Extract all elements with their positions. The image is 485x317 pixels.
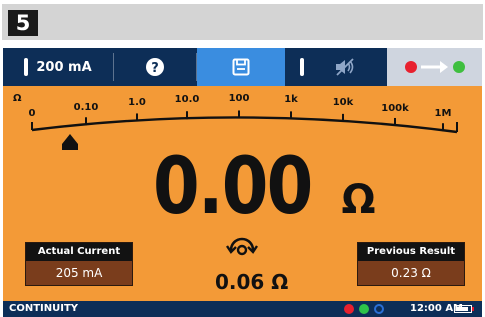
- actual-current-title: Actual Current: [26, 243, 132, 261]
- lead-offset-icon: [226, 237, 258, 256]
- lead-null-arrow-icon: [404, 61, 465, 73]
- actual-current-panel: Actual Current 205 mA: [25, 242, 133, 286]
- previous-result-title: Previous Result: [358, 243, 464, 261]
- reading-value: 0.00: [153, 142, 313, 232]
- scale-tick-label: 0.10: [74, 102, 99, 113]
- scale-tick-label: 1M: [435, 108, 452, 119]
- question-circle-icon: ?: [146, 58, 164, 76]
- help-button[interactable]: ?: [114, 48, 196, 86]
- scale-tick-label: 10k: [333, 97, 354, 108]
- meter-display: 200 mA ? Ω 0 0.10 1.0 10.0 100 1k 10k 10…: [3, 48, 482, 317]
- toolbar: 200 mA ?: [3, 48, 482, 86]
- scale-tick-label: 1.0: [128, 97, 146, 108]
- speaker-muted-icon: [336, 58, 354, 76]
- scale-pointer-icon: [62, 134, 78, 150]
- floppy-disk-icon: [232, 58, 250, 76]
- scale-tick-label: 100: [229, 93, 250, 104]
- mute-button[interactable]: [286, 48, 386, 86]
- blue-indicator-icon: [374, 304, 384, 314]
- green-indicator-icon: [359, 304, 369, 314]
- scale-tick-label: 0: [29, 108, 36, 119]
- scale-arc: [31, 116, 458, 134]
- status-bar: CONTINUITY 12:00 AM: [3, 301, 482, 317]
- lead-null-button[interactable]: [387, 48, 482, 86]
- actual-current-value: 205 mA: [26, 261, 132, 285]
- step-number-badge: 5: [8, 10, 38, 36]
- previous-result-value: 0.23 Ω: [358, 261, 464, 285]
- scale-unit-label: Ω: [13, 93, 22, 104]
- main-reading: 0.00 Ω: [153, 142, 376, 232]
- scale-tick-label: 1k: [284, 94, 298, 105]
- scale-tick-label: 100k: [381, 103, 409, 114]
- save-button[interactable]: [197, 48, 285, 86]
- lead-offset-value: 0.06 Ω: [215, 270, 289, 294]
- reading-unit: Ω: [341, 177, 376, 223]
- red-indicator-icon: [344, 304, 354, 314]
- range-label: 200 mA: [36, 59, 92, 75]
- step-header-bar: 5: [2, 4, 483, 40]
- range-knob-icon: [24, 58, 29, 76]
- battery-tip: [472, 307, 474, 311]
- battery-icon: [454, 305, 472, 313]
- mute-knob-icon: [300, 58, 304, 76]
- svg-text:?: ?: [151, 61, 159, 76]
- scale-tick-label: 10.0: [175, 94, 200, 105]
- previous-result-panel[interactable]: Previous Result 0.23 Ω: [357, 242, 465, 286]
- mode-label: CONTINUITY: [9, 303, 79, 314]
- range-button[interactable]: 200 mA: [3, 48, 113, 86]
